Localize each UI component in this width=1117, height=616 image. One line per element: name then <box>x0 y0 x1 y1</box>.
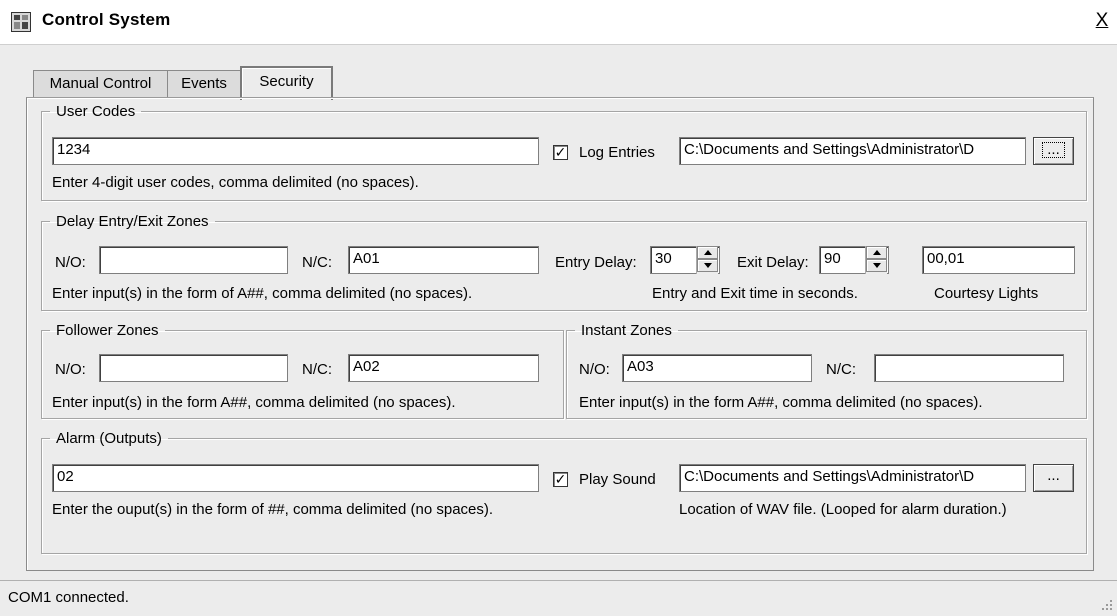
entry-delay-label: Entry Delay: <box>555 254 637 271</box>
spin-up-icon[interactable] <box>697 246 718 259</box>
delay-nc-input[interactable]: A01 <box>348 246 539 274</box>
alarm-outputs-input[interactable]: 02 <box>52 464 539 492</box>
courtesy-lights-label: Courtesy Lights <box>934 285 1039 302</box>
alarm-outputs-group: Alarm (Outputs) <box>41 430 1087 554</box>
status-text: COM1 connected. <box>8 589 129 606</box>
browse-label: ... <box>1042 142 1065 158</box>
exit-delay-spin[interactable] <box>865 246 887 274</box>
exit-delay-label: Exit Delay: <box>737 254 809 271</box>
delay-no-input[interactable] <box>99 246 288 274</box>
instant-nc-input[interactable] <box>874 354 1064 382</box>
close-button[interactable]: X <box>1093 11 1111 33</box>
app-icon <box>11 12 31 32</box>
spin-down-icon[interactable] <box>697 259 718 272</box>
log-file-path-input[interactable]: C:\Documents and Settings\Administrator\… <box>679 137 1026 165</box>
play-sound-checkbox[interactable]: ✓ <box>553 472 568 487</box>
user-codes-hint: Enter 4-digit user codes, comma delimite… <box>52 174 419 191</box>
follower-zones-legend: Follower Zones <box>56 322 159 339</box>
resize-grip-icon[interactable] <box>1098 596 1114 612</box>
tab-events[interactable]: Events <box>167 70 241 98</box>
alarm-outputs-legend: Alarm (Outputs) <box>56 430 162 447</box>
follower-nc-input[interactable]: A02 <box>348 354 539 382</box>
delay-time-hint: Entry and Exit time in seconds. <box>652 285 858 302</box>
status-bar: COM1 connected. <box>0 580 1117 616</box>
courtesy-lights-input[interactable]: 00,01 <box>922 246 1075 274</box>
spin-up-icon[interactable] <box>866 246 887 259</box>
tab-security[interactable]: Security <box>240 66 333 100</box>
sound-file-path-input[interactable]: C:\Documents and Settings\Administrator\… <box>679 464 1026 492</box>
alarm-outputs-hint: Enter the ouput(s) in the form of ##, co… <box>52 501 494 518</box>
log-entries-checkbox[interactable]: ✓ <box>553 145 568 160</box>
sound-file-hint: Location of WAV file. (Looped for alarm … <box>679 501 1007 518</box>
checkmark-icon: ✓ <box>554 144 567 160</box>
log-file-browse-button[interactable]: ... <box>1033 137 1074 165</box>
window-title: Control System <box>42 10 171 29</box>
instant-no-label: N/O: <box>579 361 610 378</box>
follower-nc-label: N/C: <box>302 361 332 378</box>
user-codes-input[interactable]: 1234 <box>52 137 539 165</box>
instant-no-input[interactable]: A03 <box>622 354 812 382</box>
instant-zones-hint: Enter input(s) in the form A##, comma de… <box>579 394 983 411</box>
title-bar: Control System X <box>0 0 1117 45</box>
follower-no-label: N/O: <box>55 361 86 378</box>
delay-no-label: N/O: <box>55 254 86 271</box>
delay-nc-label: N/C: <box>302 254 332 271</box>
instant-nc-label: N/C: <box>826 361 856 378</box>
log-entries-label: Log Entries <box>579 144 655 161</box>
checkmark-icon: ✓ <box>554 471 567 487</box>
follower-no-input[interactable] <box>99 354 288 382</box>
delay-zones-hint: Enter input(s) in the form of A##, comma… <box>52 285 473 302</box>
play-sound-label: Play Sound <box>579 471 656 488</box>
delay-zones-legend: Delay Entry/Exit Zones <box>56 213 209 230</box>
exit-delay-value: 90 <box>824 250 841 267</box>
user-codes-legend: User Codes <box>56 103 136 120</box>
instant-zones-legend: Instant Zones <box>581 322 672 339</box>
follower-zones-hint: Enter input(s) in the form A##, comma de… <box>52 394 456 411</box>
sound-file-browse-button[interactable]: ... <box>1033 464 1074 492</box>
entry-delay-value: 30 <box>655 250 672 267</box>
spin-down-icon[interactable] <box>866 259 887 272</box>
tab-manual-control[interactable]: Manual Control <box>33 70 168 98</box>
entry-delay-spin[interactable] <box>696 246 718 274</box>
